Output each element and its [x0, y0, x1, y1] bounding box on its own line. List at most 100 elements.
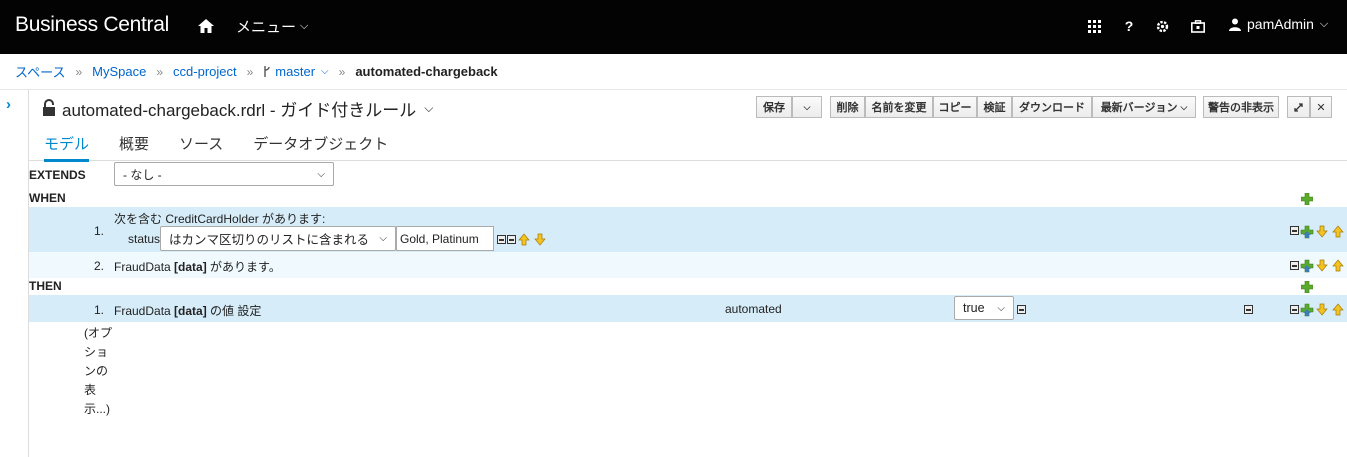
- condition-suffix: があります。: [206, 260, 281, 274]
- delete-row-icon[interactable]: [1290, 226, 1299, 235]
- move-down-icon[interactable]: [534, 233, 546, 246]
- move-down-icon[interactable]: [1316, 303, 1328, 316]
- breadcrumb-separator-icon: »: [246, 64, 254, 79]
- editor-title[interactable]: automated-chargeback.rdrl - ガイド付きルール ⌵: [42, 96, 433, 120]
- editor-tabs: モデル 概要 ソース データオブジェクト: [29, 124, 1347, 162]
- user-menu[interactable]: pamAdmin ⌵: [1229, 16, 1328, 32]
- then-label: THEN: [29, 279, 62, 293]
- row-number: 2.: [94, 259, 105, 273]
- save-button-group: 保存 ⌵: [756, 96, 822, 118]
- extends-value: - なし -: [123, 167, 162, 182]
- chevron-right-icon[interactable]: ›: [6, 96, 11, 113]
- field-name: status: [128, 232, 161, 246]
- operator-value: はカンマ区切りのリストに含まれる: [169, 233, 370, 247]
- insert-icon[interactable]: [1300, 225, 1314, 239]
- extends-select[interactable]: - なし - ⌵: [114, 162, 334, 186]
- window-button-group: ✕: [1287, 96, 1332, 118]
- rename-button[interactable]: 名前を変更: [865, 96, 933, 118]
- breadcrumb-space[interactable]: MySpace: [92, 64, 146, 79]
- user-icon: [1229, 18, 1241, 31]
- action-text: FraudData [data] の値 設定: [114, 302, 261, 319]
- close-icon[interactable]: ✕: [1310, 96, 1332, 118]
- value-text: true: [963, 301, 985, 315]
- fact-binding: [data]: [174, 304, 207, 318]
- row-number: 1.: [94, 224, 105, 238]
- branch-label: master: [275, 64, 316, 79]
- chevron-down-icon: ⌵: [300, 20, 309, 32]
- fact-binding: [data]: [174, 260, 207, 274]
- when-label: WHEN: [29, 191, 66, 205]
- delete-row-icon[interactable]: [1290, 305, 1299, 314]
- move-up-icon[interactable]: [1332, 259, 1344, 272]
- tab-source[interactable]: ソース: [164, 124, 238, 161]
- move-down-icon[interactable]: [1316, 259, 1328, 272]
- chevron-down-icon: ⌵: [1180, 101, 1188, 112]
- row-number: 1.: [94, 303, 105, 317]
- user-name: pamAdmin: [1247, 16, 1314, 32]
- add-action-icon[interactable]: [1301, 281, 1313, 293]
- fact-type: FraudData: [114, 304, 175, 318]
- app-grid-icon[interactable]: [1085, 16, 1103, 36]
- main-menu-button[interactable]: メニュー ⌵: [236, 16, 308, 37]
- value-select[interactable]: true ⌵: [954, 296, 1014, 320]
- home-icon[interactable]: [197, 17, 215, 35]
- remove-icon[interactable]: [1244, 305, 1253, 314]
- add-condition-icon[interactable]: [1301, 193, 1313, 205]
- operator-select[interactable]: はカンマ区切りのリストに含まれる ⌵: [160, 226, 396, 251]
- latest-version-label: 最新バージョン: [1100, 102, 1178, 114]
- condition-header: 次を含む CreditCardHolder があります:: [114, 212, 326, 226]
- top-navbar: Business Central メニュー ⌵ ? pamAdmin ⌵: [0, 0, 1347, 54]
- chevron-down-icon: ⌵: [379, 233, 387, 244]
- file-title: automated-chargeback.rdrl - ガイド付きルール: [62, 100, 417, 120]
- save-dropdown-button[interactable]: ⌵: [792, 96, 822, 118]
- brand-title[interactable]: Business Central: [15, 13, 169, 37]
- briefcase-icon[interactable]: [1189, 16, 1207, 36]
- field-name: automated: [725, 302, 782, 316]
- condition-text: FraudData [data] があります。: [114, 258, 281, 275]
- move-up-icon[interactable]: [1332, 303, 1344, 316]
- hide-alerts-button[interactable]: 警告の非表示: [1203, 96, 1279, 118]
- chevron-down-icon: ⌵: [424, 100, 434, 115]
- delete-row-icon[interactable]: [1290, 261, 1299, 270]
- chevron-down-icon: ⌵: [997, 302, 1005, 314]
- move-up-icon[interactable]: [1332, 225, 1344, 238]
- breadcrumb-project[interactable]: ccd-project: [173, 64, 237, 79]
- breadcrumb-separator-icon: »: [75, 64, 83, 79]
- chevron-down-icon: ⌵: [1319, 17, 1329, 30]
- move-down-icon[interactable]: [1316, 225, 1328, 238]
- latest-version-button[interactable]: 最新バージョン ⌵: [1092, 96, 1196, 118]
- value-input[interactable]: Gold, Platinum: [396, 226, 494, 251]
- gear-icon[interactable]: [1153, 16, 1171, 36]
- move-up-icon[interactable]: [518, 233, 530, 246]
- download-button[interactable]: ダウンロード: [1012, 96, 1092, 118]
- insert-icon[interactable]: [1300, 303, 1314, 317]
- save-button[interactable]: 保存: [756, 96, 792, 118]
- delete-button[interactable]: 削除: [830, 96, 865, 118]
- copy-button[interactable]: コピー: [933, 96, 977, 118]
- breadcrumb: スペース » MySpace » ccd-project » master ⌵ …: [0, 54, 1347, 90]
- main-menu-label: メニュー: [236, 19, 297, 36]
- validate-button[interactable]: 検証: [977, 96, 1012, 118]
- tab-overview[interactable]: 概要: [104, 124, 164, 161]
- extends-label: EXTENDS: [29, 168, 86, 182]
- remove-constraint-icon[interactable]: [497, 235, 506, 244]
- insert-icon[interactable]: [1300, 259, 1314, 273]
- show-options-link[interactable]: (オプションの表示...): [84, 324, 114, 419]
- fact-type: FraudData: [114, 260, 175, 274]
- remove-icon[interactable]: [507, 235, 516, 244]
- branch-selector[interactable]: master ⌵: [263, 64, 329, 79]
- breadcrumb-current: automated-chargeback: [355, 64, 498, 79]
- tab-model[interactable]: モデル: [29, 124, 104, 162]
- tab-data-objects[interactable]: データオブジェクト: [238, 124, 403, 161]
- maximize-icon[interactable]: [1287, 96, 1310, 118]
- chevron-down-icon: ⌵: [321, 66, 329, 77]
- action-suffix: の値 設定: [206, 304, 262, 318]
- chevron-down-icon: ⌵: [317, 168, 325, 180]
- remove-field-icon[interactable]: [1017, 305, 1026, 314]
- breadcrumb-spaces[interactable]: スペース: [15, 62, 65, 81]
- breadcrumb-separator-icon: »: [338, 64, 346, 79]
- action-button-group: 削除 名前を変更 コピー 検証 ダウンロード 最新バージョン ⌵: [830, 96, 1196, 118]
- left-panel: ›: [0, 90, 29, 457]
- value-text: Gold, Platinum: [400, 231, 479, 246]
- help-icon[interactable]: ?: [1120, 16, 1138, 36]
